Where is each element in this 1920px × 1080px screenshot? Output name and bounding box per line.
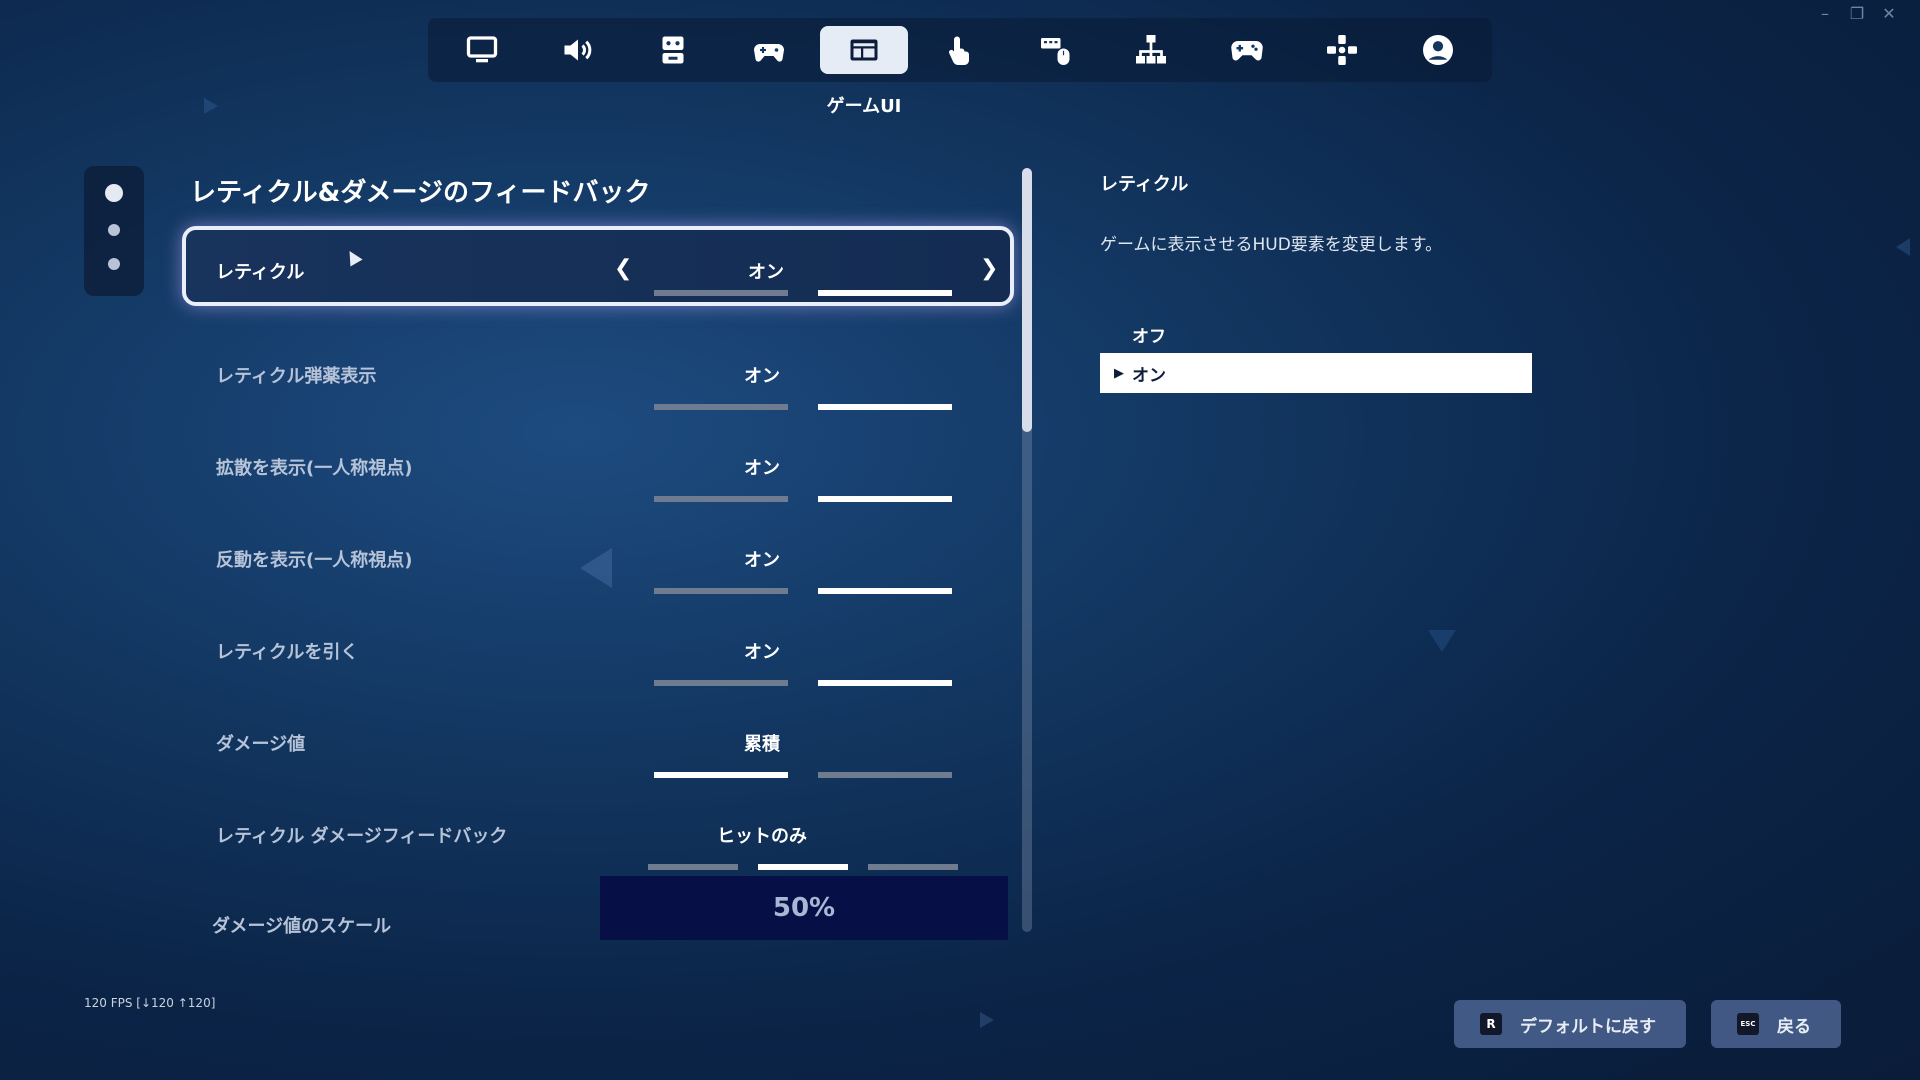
setting-row-reticle-ammo[interactable]: レティクル弾薬表示 オン bbox=[182, 340, 1014, 420]
setting-row-spread[interactable]: 拡散を表示(一人称視点) オン bbox=[182, 432, 1014, 512]
indicator-segment bbox=[648, 864, 738, 870]
indicator-segment bbox=[654, 290, 788, 296]
keyboard-mouse-icon bbox=[1040, 38, 1070, 65]
setting-value: オン bbox=[744, 550, 780, 571]
option-off[interactable]: オフ bbox=[1100, 314, 1532, 354]
setting-value: オン bbox=[744, 642, 780, 663]
accessibility-icon bbox=[662, 36, 684, 64]
option-on[interactable]: ▶ オン bbox=[1100, 353, 1532, 393]
tab-input[interactable] bbox=[725, 26, 813, 74]
section-title: レティクル&ダメージのフィードバック bbox=[190, 178, 651, 208]
section-nav bbox=[84, 166, 144, 296]
back-button[interactable]: ESC 戻る bbox=[1711, 1000, 1841, 1048]
window-controls: – ❐ ✕ bbox=[1816, 4, 1898, 23]
value-indicator bbox=[648, 864, 958, 870]
setting-label: ダメージ値 bbox=[216, 734, 306, 755]
setting-label: 拡散を表示(一人称視点) bbox=[216, 458, 413, 479]
description-text: ゲームに表示させるHUD要素を変更します。 bbox=[1100, 235, 1443, 255]
chevron-right-icon[interactable]: ❯ bbox=[980, 256, 998, 281]
setting-row-reticle[interactable]: レティクル ❮ オン ❯ bbox=[182, 226, 1014, 306]
decorative-triangle bbox=[1896, 238, 1910, 256]
setting-value: オン bbox=[744, 366, 780, 387]
hierarchy-icon bbox=[1136, 35, 1167, 64]
decorative-triangle bbox=[1428, 630, 1456, 652]
setting-row-damage-feedback[interactable]: レティクル ダメージフィードバック ヒットのみ bbox=[182, 800, 1014, 880]
value-indicator bbox=[654, 496, 952, 502]
setting-label: レティクル bbox=[216, 262, 305, 283]
indicator-segment bbox=[758, 864, 848, 870]
tab-controller-binds[interactable] bbox=[1298, 26, 1386, 74]
setting-label: レティクル弾薬表示 bbox=[216, 366, 377, 387]
indicator-segment bbox=[818, 404, 952, 410]
back-label: 戻る bbox=[1777, 1016, 1811, 1037]
setting-value: ヒットのみ bbox=[717, 826, 807, 847]
setting-row-recoil[interactable]: 反動を表示(一人称視点) オン bbox=[182, 524, 1014, 604]
reset-label: デフォルトに戻す bbox=[1520, 1016, 1656, 1037]
scrollbar-thumb[interactable] bbox=[1022, 168, 1032, 432]
setting-value: 累積 bbox=[744, 734, 780, 755]
indicator-segment bbox=[868, 864, 958, 870]
section-dot-1[interactable] bbox=[105, 184, 123, 202]
setting-label: 反動を表示(一人称視点) bbox=[216, 550, 413, 571]
indicator-segment bbox=[818, 496, 952, 502]
tab-accessibility[interactable] bbox=[629, 26, 717, 74]
setting-label: レティクルを引く bbox=[216, 642, 359, 663]
fps-counter: 120 FPS [↓120 ↑120] bbox=[84, 996, 216, 1010]
option-label: オン bbox=[1132, 365, 1166, 386]
tab-controller[interactable] bbox=[1203, 26, 1291, 74]
tab-keyboard-mouse[interactable] bbox=[1012, 26, 1100, 74]
controller-settings-icon bbox=[753, 44, 784, 62]
section-dot-2[interactable] bbox=[108, 224, 120, 236]
setting-label: ダメージ値のスケール bbox=[212, 916, 392, 937]
tab-audio[interactable] bbox=[534, 26, 622, 74]
indicator-segment bbox=[654, 496, 788, 502]
indicator-segment bbox=[818, 772, 952, 778]
r-key-icon: R bbox=[1480, 1013, 1502, 1035]
minimize-button[interactable]: – bbox=[1816, 4, 1834, 23]
tab-title: ゲームUI bbox=[826, 96, 902, 117]
decorative-triangle bbox=[980, 1012, 994, 1028]
maximize-button[interactable]: ❐ bbox=[1848, 4, 1866, 23]
setting-row-reticle-pull[interactable]: レティクルを引く オン bbox=[182, 616, 1014, 696]
description-title: レティクル bbox=[1100, 174, 1189, 195]
indicator-segment bbox=[654, 404, 788, 410]
game-ui-icon bbox=[850, 39, 878, 61]
indicator-segment bbox=[654, 772, 788, 778]
indicator-segment bbox=[818, 680, 952, 686]
setting-row-damage-values[interactable]: ダメージ値 累積 bbox=[182, 708, 1014, 788]
speaker-icon bbox=[564, 39, 591, 61]
tab-display[interactable] bbox=[438, 26, 526, 74]
account-icon bbox=[1422, 35, 1453, 65]
esc-key-icon: ESC bbox=[1737, 1013, 1759, 1035]
setting-label: レティクル ダメージフィードバック bbox=[216, 826, 508, 847]
caret-right-icon: ▶ bbox=[1114, 365, 1124, 381]
monitor-icon bbox=[466, 36, 498, 63]
section-dot-3[interactable] bbox=[108, 258, 120, 270]
option-label: オフ bbox=[1132, 326, 1166, 347]
value-indicator bbox=[654, 772, 952, 778]
settings-tab-bar bbox=[428, 18, 1492, 82]
dpad-icon bbox=[1327, 35, 1358, 65]
setting-value: オン bbox=[748, 262, 784, 283]
indicator-segment bbox=[818, 290, 952, 296]
tab-touch[interactable] bbox=[916, 26, 1004, 74]
settings-scrollbar[interactable] bbox=[1022, 168, 1032, 932]
tab-account[interactable] bbox=[1394, 26, 1482, 74]
damage-scale-slider[interactable]: 50% bbox=[600, 876, 1008, 940]
tab-hierarchy[interactable] bbox=[1107, 26, 1195, 74]
reset-defaults-button[interactable]: R デフォルトに戻す bbox=[1454, 1000, 1686, 1048]
tab-game-ui[interactable] bbox=[820, 26, 909, 74]
indicator-segment bbox=[654, 680, 788, 686]
value-indicator bbox=[654, 680, 952, 686]
indicator-segment bbox=[654, 588, 788, 594]
value-indicator bbox=[654, 588, 952, 594]
close-button[interactable]: ✕ bbox=[1880, 4, 1898, 23]
indicator-segment bbox=[818, 588, 952, 594]
touch-icon bbox=[948, 36, 969, 66]
value-indicator bbox=[654, 404, 952, 410]
setting-value: オン bbox=[744, 458, 780, 479]
value-indicator bbox=[654, 290, 952, 296]
gamepad-icon bbox=[1231, 41, 1263, 61]
